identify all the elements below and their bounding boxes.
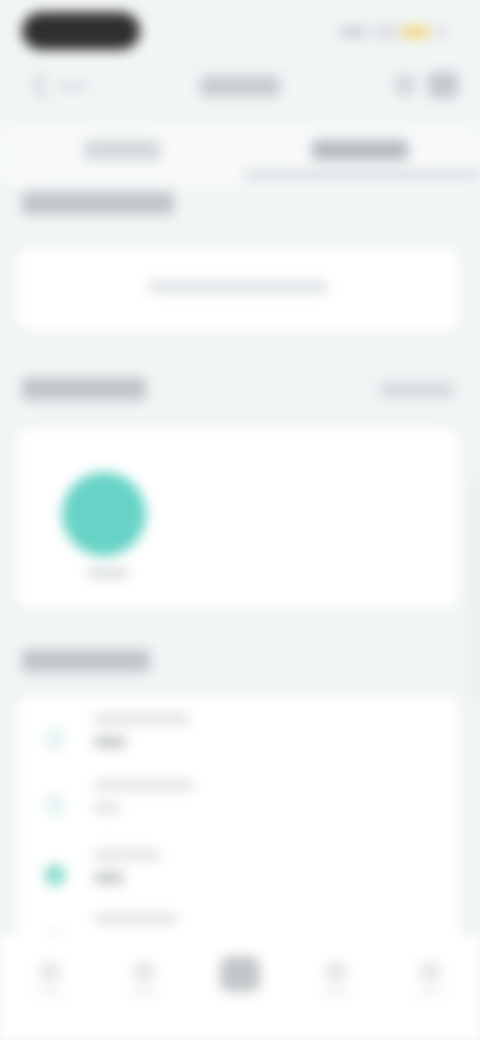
list-item-value	[94, 736, 126, 748]
avatar-label	[88, 568, 128, 578]
empty-state-card[interactable]	[18, 248, 458, 330]
more-button[interactable]	[428, 72, 458, 98]
list-item-value	[94, 872, 124, 884]
tab-first[interactable]	[84, 140, 160, 160]
nav-label	[36, 990, 64, 996]
nav-label	[322, 990, 350, 996]
empty-state-text	[148, 280, 328, 294]
signal-icon	[340, 26, 366, 38]
nav-list[interactable]	[124, 956, 164, 996]
nav-label	[226, 990, 254, 996]
nav-profile[interactable]	[410, 956, 450, 996]
app-frame	[0, 0, 480, 1040]
avatar[interactable]	[62, 472, 146, 556]
list-icon	[134, 962, 154, 982]
see-all-link[interactable]	[380, 382, 454, 398]
nav-messages[interactable]	[316, 956, 356, 996]
battery-level-icon	[432, 26, 448, 38]
profile-card[interactable]	[18, 428, 458, 608]
message-icon	[326, 962, 346, 982]
scrollbar[interactable]	[474, 480, 480, 700]
nav-center[interactable]	[220, 956, 260, 996]
search-button[interactable]	[394, 74, 416, 96]
back-button[interactable]	[30, 74, 90, 100]
tab-second[interactable]	[312, 140, 408, 160]
nav-home[interactable]	[30, 956, 70, 996]
nav-label	[130, 990, 158, 996]
list-item-icon	[44, 728, 66, 750]
list-item-title	[94, 780, 194, 790]
list-item-title	[94, 714, 190, 724]
status-indicators	[340, 22, 450, 42]
wifi-icon	[374, 26, 398, 38]
list-item-icon	[44, 794, 66, 816]
status-pill	[22, 12, 140, 50]
tab-bar	[0, 124, 480, 186]
list-item[interactable]	[18, 842, 458, 906]
status-bar	[0, 0, 480, 60]
list-item[interactable]	[18, 772, 458, 836]
page-title	[200, 76, 280, 96]
list-item[interactable]	[18, 706, 458, 770]
bottom-navigation	[0, 936, 480, 1040]
list-item-value	[94, 802, 120, 814]
profile-icon	[420, 962, 440, 982]
home-icon	[40, 962, 60, 982]
list-item-title	[94, 850, 160, 860]
section-title-3	[22, 650, 150, 672]
list-item-title	[94, 914, 178, 924]
tab-indicator	[244, 172, 480, 178]
list-item-icon	[44, 864, 66, 886]
center-icon	[220, 956, 260, 992]
battery-icon	[402, 26, 428, 38]
section-title-1	[22, 192, 174, 214]
top-header	[0, 60, 480, 116]
nav-label	[416, 990, 444, 996]
section-title-2	[22, 378, 146, 400]
